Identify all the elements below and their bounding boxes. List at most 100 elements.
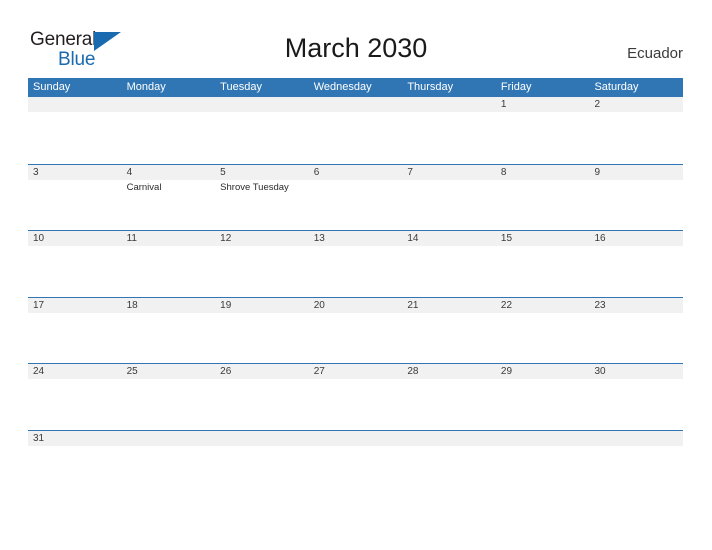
day-event: Shrove Tuesday [220, 181, 289, 193]
day-cell[interactable]: 31 [28, 431, 122, 460]
day-cell[interactable]: 19 [215, 298, 309, 364]
day-cell[interactable]: 30 [589, 364, 683, 430]
day-cell[interactable] [122, 97, 216, 164]
day-number: 10 [33, 233, 45, 245]
day-cell[interactable]: 11 [122, 231, 216, 297]
weekday-header-row: Sunday Monday Tuesday Wednesday Thursday… [28, 78, 683, 97]
weekday-header-friday: Friday [500, 81, 532, 93]
day-number [127, 97, 216, 112]
day-number: 27 [313, 366, 325, 378]
day-number: 4 [126, 166, 133, 178]
day-cell[interactable]: 24 [28, 364, 122, 430]
day-cell[interactable]: 28 [402, 364, 496, 430]
day-cell[interactable]: 10 [28, 231, 122, 297]
weekday-header-wednesday: Wednesday [313, 81, 372, 93]
day-number: 31 [33, 432, 45, 444]
day-number: 14 [407, 233, 419, 245]
day-cell[interactable]: 15 [496, 231, 590, 297]
day-cell[interactable]: 12 [215, 231, 309, 297]
day-cell[interactable] [309, 431, 403, 460]
day-cell[interactable]: 17 [28, 298, 122, 364]
day-cell[interactable]: 21 [402, 298, 496, 364]
weekday-header-saturday: Saturday [594, 81, 639, 93]
calendar-page: General Blue March 2030 Ecuador Sunday M… [0, 0, 712, 550]
day-cell[interactable]: 13 [309, 231, 403, 297]
day-cell[interactable]: 16 [589, 231, 683, 297]
day-number [407, 431, 496, 446]
page-title: March 2030 [284, 33, 428, 63]
day-cell[interactable]: 2 [589, 97, 683, 164]
day-cell[interactable] [589, 431, 683, 460]
day-number: 9 [594, 166, 601, 178]
day-cell[interactable]: 8 [496, 165, 590, 231]
day-cell[interactable] [215, 97, 309, 164]
day-cell[interactable] [28, 97, 122, 164]
day-cell[interactable]: 23 [589, 298, 683, 364]
day-number: 19 [220, 299, 232, 311]
day-cell[interactable]: 9 [589, 165, 683, 231]
day-event: Carnival [126, 181, 162, 193]
day-number [314, 431, 403, 446]
day-number: 7 [407, 166, 413, 178]
day-cell[interactable]: 18 [122, 298, 216, 364]
day-cell[interactable]: 4 Carnival [122, 165, 216, 231]
day-cell[interactable]: 7 [402, 165, 496, 231]
day-number: 1 [500, 99, 507, 110]
day-cell[interactable]: 3 [28, 165, 122, 231]
day-cell[interactable] [309, 97, 403, 164]
day-number [127, 431, 216, 446]
calendar-table: Sunday Monday Tuesday Wednesday Thursday… [28, 78, 683, 460]
day-number: 17 [33, 299, 45, 311]
day-number: 16 [594, 233, 606, 245]
day-number: 6 [313, 166, 320, 178]
day-number: 8 [500, 166, 507, 178]
day-cell[interactable]: 22 [496, 298, 590, 364]
day-number [407, 97, 496, 112]
day-cell[interactable]: 5 Shrove Tuesday [215, 165, 309, 231]
day-cell[interactable]: 20 [309, 298, 403, 364]
week-row: 17 18 19 20 21 22 23 [28, 296, 683, 364]
day-number: 24 [33, 366, 45, 378]
day-number: 28 [407, 366, 419, 378]
weekday-header-tuesday: Tuesday [220, 81, 262, 93]
week-row: 3 4 Carnival 5 Shrove Tuesday 6 7 8 9 [28, 163, 683, 231]
week-row: 24 25 26 27 28 29 30 [28, 363, 683, 430]
day-cell[interactable] [402, 97, 496, 164]
day-number: 20 [313, 299, 325, 311]
day-number: 25 [126, 366, 138, 378]
day-number [594, 431, 683, 446]
day-cell[interactable]: 14 [402, 231, 496, 297]
week-row: 10 11 12 13 14 15 16 [28, 230, 683, 297]
day-number: 11 [126, 233, 137, 245]
day-number: 22 [500, 299, 513, 311]
page-header: General Blue March 2030 Ecuador [0, 0, 712, 76]
day-number: 26 [220, 366, 232, 378]
weekday-header-thursday: Thursday [407, 81, 454, 93]
weekday-header-monday: Monday [126, 81, 166, 93]
day-number: 30 [594, 366, 606, 378]
day-cell[interactable]: 1 [496, 97, 590, 164]
day-cell[interactable]: 6 [309, 165, 403, 231]
day-number [314, 97, 403, 112]
day-cell[interactable]: 27 [309, 364, 403, 430]
day-cell[interactable] [496, 431, 590, 460]
day-number: 3 [33, 166, 39, 178]
day-number [220, 431, 309, 446]
region-label: Ecuador [627, 45, 683, 62]
day-number: 5 [220, 166, 226, 178]
day-number: 13 [313, 233, 325, 245]
day-number: 2 [594, 99, 601, 110]
weekday-header-sunday: Sunday [33, 81, 71, 93]
day-cell[interactable]: 25 [122, 364, 216, 430]
day-cell[interactable]: 29 [496, 364, 590, 430]
day-number: 23 [594, 299, 606, 311]
day-number [220, 97, 309, 112]
day-cell[interactable] [122, 431, 216, 460]
day-cell[interactable] [402, 431, 496, 460]
day-number: 15 [500, 233, 513, 245]
day-number: 21 [407, 299, 419, 311]
day-number: 29 [500, 366, 513, 378]
day-cell[interactable] [215, 431, 309, 460]
week-row: 31 [28, 429, 683, 460]
day-cell[interactable]: 26 [215, 364, 309, 430]
